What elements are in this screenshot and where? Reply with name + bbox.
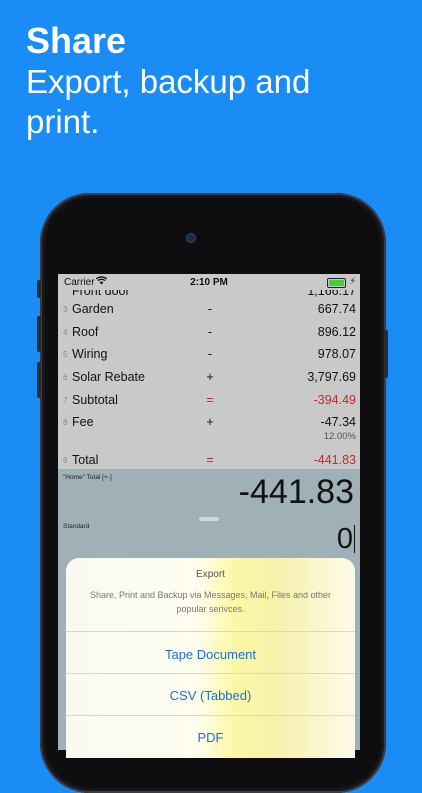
tape-row-value: -394.49 [313,392,356,407]
tape-row-number: 3 [63,305,68,314]
divider [66,673,355,674]
clock-time: 2:10 PM [190,277,228,288]
tape-row-operator: = [206,453,214,468]
tape-row-number: 6 [63,373,68,383]
power-button [384,330,388,378]
battery-icon [327,278,346,288]
text-cursor [353,525,355,553]
tape-row[interactable]: 3 Garden - 667.74 [58,299,360,322]
tape-row-value: 896.12 [317,324,356,339]
tape-row-desc: Front door [72,290,130,298]
tape-row-number: 4 [63,327,68,337]
tape-row[interactable]: 5 Wiring - 978.07 [58,344,360,367]
tape-row-desc: Roof [72,324,99,339]
tape-list[interactable]: Front door 1,166.17 3 Garden - 667.74 4 Roof -… [58,290,360,473]
tape-row[interactable]: 4 Roof - 896.12 [58,322,360,345]
tape-row[interactable]: 8 Fee + -47.34 12.00% [58,412,360,448]
volume-up-button [37,316,41,352]
tape-row-value: 667.74 [317,302,356,316]
tape-row-operator: - [207,324,213,339]
entry-display[interactable]: 0 [337,523,353,556]
volume-down-button [37,362,41,398]
tape-row-value: -441.83 [313,453,356,468]
tape-row-number: 8 [63,418,68,428]
promo-line-2: print. [26,103,100,140]
export-sheet-subtitle: Share, Print and Backup via Messages, Ma… [89,590,332,614]
export-sheet: Export Share, Print and Backup via Messa… [66,558,355,758]
tape-row-number: 5 [63,350,68,360]
tape-row-operator: - [207,347,213,362]
tape-row-desc: Subtotal [72,392,118,407]
export-sheet-title: Export [196,569,225,580]
tape-row-desc: Fee [72,415,94,430]
result-display: -441.83 [238,473,354,511]
tape-row-desc: Garden [72,302,114,316]
status-bar: Carrier 2:10 PM ⚡ [58,274,360,290]
tape-row-number: 7 [63,395,68,405]
export-pdf-button[interactable]: PDF [66,730,355,745]
tape-row-operator: - [207,302,213,316]
tape-row-value: 978.07 [317,347,356,362]
export-csv-button[interactable]: CSV (Tabbed) [66,688,355,703]
tape-row-desc: Wiring [72,347,108,362]
tape-row-operator: + [206,370,214,385]
promo-title: Share [26,20,127,61]
tape-row-value: 3,797.69 [307,370,356,385]
tape-row-partial[interactable]: Front door 1,166.17 [58,290,360,299]
fee-percent: 12.00% [323,431,356,443]
bolt-icon: ⚡ [349,276,356,286]
mute-switch [37,280,41,298]
tape-row-value: 1,166.17 [307,290,356,298]
drag-handle[interactable] [199,517,219,521]
tape-row-operator: + [206,415,214,430]
promo-headline: Share Export, backup and print. [26,20,310,142]
promo-line-1: Export, backup and [26,63,311,100]
divider [66,715,355,716]
front-camera-icon [186,233,196,243]
tape-row-number: 9 [63,456,68,466]
tape-row-value: -47.34 [320,415,356,430]
tape-row[interactable]: 6 Solar Rebate +3,797.69 [58,367,360,390]
tape-row-operator: = [206,392,214,407]
tape-row-desc: Solar Rebate [72,370,145,385]
result-label: "Home" Total [+-] [63,474,112,481]
tape-row[interactable]: 7 Subtotal = -394.49 [58,390,360,413]
tape-row-desc: Total [72,453,99,468]
export-tape-document-button[interactable]: Tape Document [66,647,355,662]
mode-label: Standard [63,523,90,530]
divider [66,631,355,632]
